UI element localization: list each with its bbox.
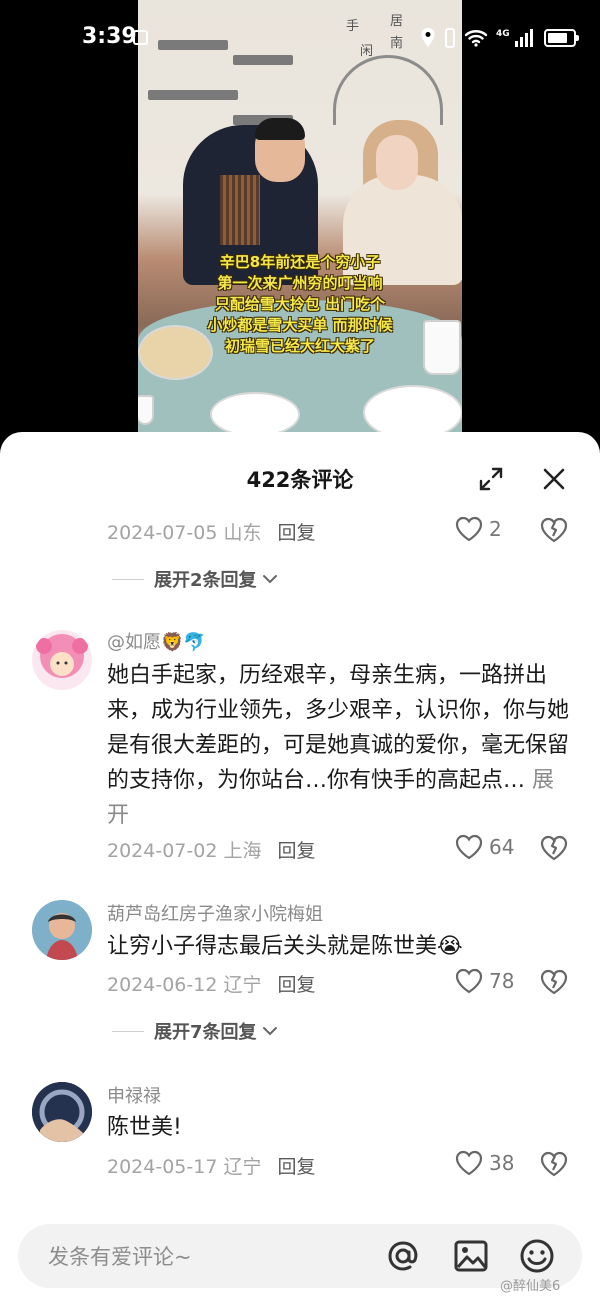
chevron-down-icon [262,1027,277,1036]
comment-username[interactable]: 申禄禄 [107,1082,161,1108]
subtitle-line: 辛巴8年前还是个穷小子 [219,253,381,271]
avatar[interactable] [32,1082,92,1142]
divider-line [112,578,144,580]
comment-date: 2024-05-17 [107,1156,218,1178]
plate [210,392,300,432]
comment-text: 陈世美! [107,1115,182,1140]
expand-icon[interactable] [478,466,504,492]
reply-button[interactable]: 回复 [278,840,316,862]
comment-location: 辽宁 [223,974,262,996]
avatar-image [36,634,88,678]
comment-text: 她白手起家，历经艰辛，母亲生病，一路拼出来，成为行业领先，多少艰辛，认识你，你与… [107,658,569,833]
like-button[interactable]: 2 [455,516,502,542]
like-count: 2 [489,517,502,541]
vibrate-icon [445,28,455,48]
network-type: 4G [496,29,510,39]
divider-line [112,1030,144,1032]
like-button[interactable]: 64 [455,834,514,860]
comment-meta: 2024-07-02 上海 回复 [107,836,316,863]
chevron-down-icon [262,575,277,584]
comment-location: 山东 [223,522,262,544]
reply-button[interactable]: 回复 [278,974,316,996]
mural-roof [148,90,238,100]
emoji-icon[interactable] [518,1237,556,1275]
dislike-heart-icon[interactable] [540,1150,568,1178]
video-subtitles: 辛巴8年前还是个穷小子 第一次来广州穷的叮当响 只配给雪大拎包 出门吃个 小炒都… [138,252,462,357]
comment-body: 她白手起家，历经艰辛，母亲生病，一路拼出来，成为行业领先，多少艰辛，认识你，你与… [107,663,570,793]
avatar-image [32,900,92,960]
comment-meta: 2024-05-17 辽宁 回复 [107,1152,316,1179]
comment-date: 2024-07-05 [107,522,218,544]
reply-button[interactable]: 回复 [278,522,316,544]
expand-replies-label: 展开2条回复 [154,570,257,591]
like-button[interactable]: 38 [455,1150,514,1176]
expand-replies-label: 展开7条回复 [154,1022,257,1043]
wifi-icon [464,30,488,47]
dislike-heart-icon[interactable] [540,968,568,996]
signal-icon [514,29,533,47]
comment-input[interactable]: 发条有爱评论~ [18,1224,582,1288]
like-count: 38 [489,1151,515,1175]
subtitle-line: 只配给雪大拎包 出门吃个 [214,295,386,313]
comments-title: 422条评论 [246,468,354,492]
image-icon[interactable] [452,1237,490,1275]
comment-date: 2024-06-12 [107,974,218,996]
chopsticks-holder [220,175,260,245]
comment-username[interactable]: @如愿🦁🐬 [107,628,206,654]
comment-location: 上海 [223,840,262,862]
home-icon [133,30,148,45]
comment-username[interactable]: 葫芦岛红房子渔家小院梅姐 [107,900,323,926]
heart-icon [455,834,483,860]
woman-face [376,135,418,190]
status-bar: 3:39 4G [0,0,600,70]
expand-replies-button[interactable]: 展开7条回复 [112,1018,279,1044]
cup [138,395,154,425]
heart-icon [455,516,483,542]
input-placeholder: 发条有爱评论~ [48,1245,192,1269]
like-count: 64 [489,835,515,859]
avatar-image [32,1082,92,1142]
comment-date: 2024-07-02 [107,840,218,862]
dislike-heart-icon[interactable] [540,834,568,862]
battery-level [547,33,567,43]
avatar[interactable] [32,900,92,960]
comment-meta: 2024-07-05 山东 回复 [107,518,316,545]
status-time: 3:39 [82,24,137,49]
subtitle-line: 小炒都是雪大买单 而那时候 [207,316,393,334]
plate [363,385,462,432]
location-icon [421,28,435,47]
comments-sheet: 422条评论 2024-07-05 山东 回复 2 展开2条回复 @如愿🦁🐬 她… [0,432,600,1300]
subtitle-line: 初瑞雪已经大红大紫了 [224,337,375,355]
avatar[interactable] [32,630,92,690]
reply-button[interactable]: 回复 [278,1156,316,1178]
heart-icon [455,968,483,994]
subtitle-line: 第一次来广州穷的叮当响 [217,274,383,292]
man-hair [255,118,305,140]
status-icons: 4G [420,25,579,51]
expand-replies-button[interactable]: 展开2条回复 [112,566,279,592]
close-icon[interactable] [541,466,567,492]
comments-header: 422条评论 [0,432,600,524]
heart-icon [455,1150,483,1176]
like-button[interactable]: 78 [455,968,514,994]
comment-location: 辽宁 [223,1156,262,1178]
comment-meta: 2024-06-12 辽宁 回复 [107,970,316,997]
battery-icon [543,29,579,47]
at-icon[interactable] [384,1237,422,1275]
like-count: 78 [489,969,515,993]
dislike-heart-icon[interactable] [540,516,568,544]
watermark: @醉仙美6 [500,1279,561,1294]
comment-text: 让穷小子得志最后关头就是陈世美😭 [107,934,463,959]
